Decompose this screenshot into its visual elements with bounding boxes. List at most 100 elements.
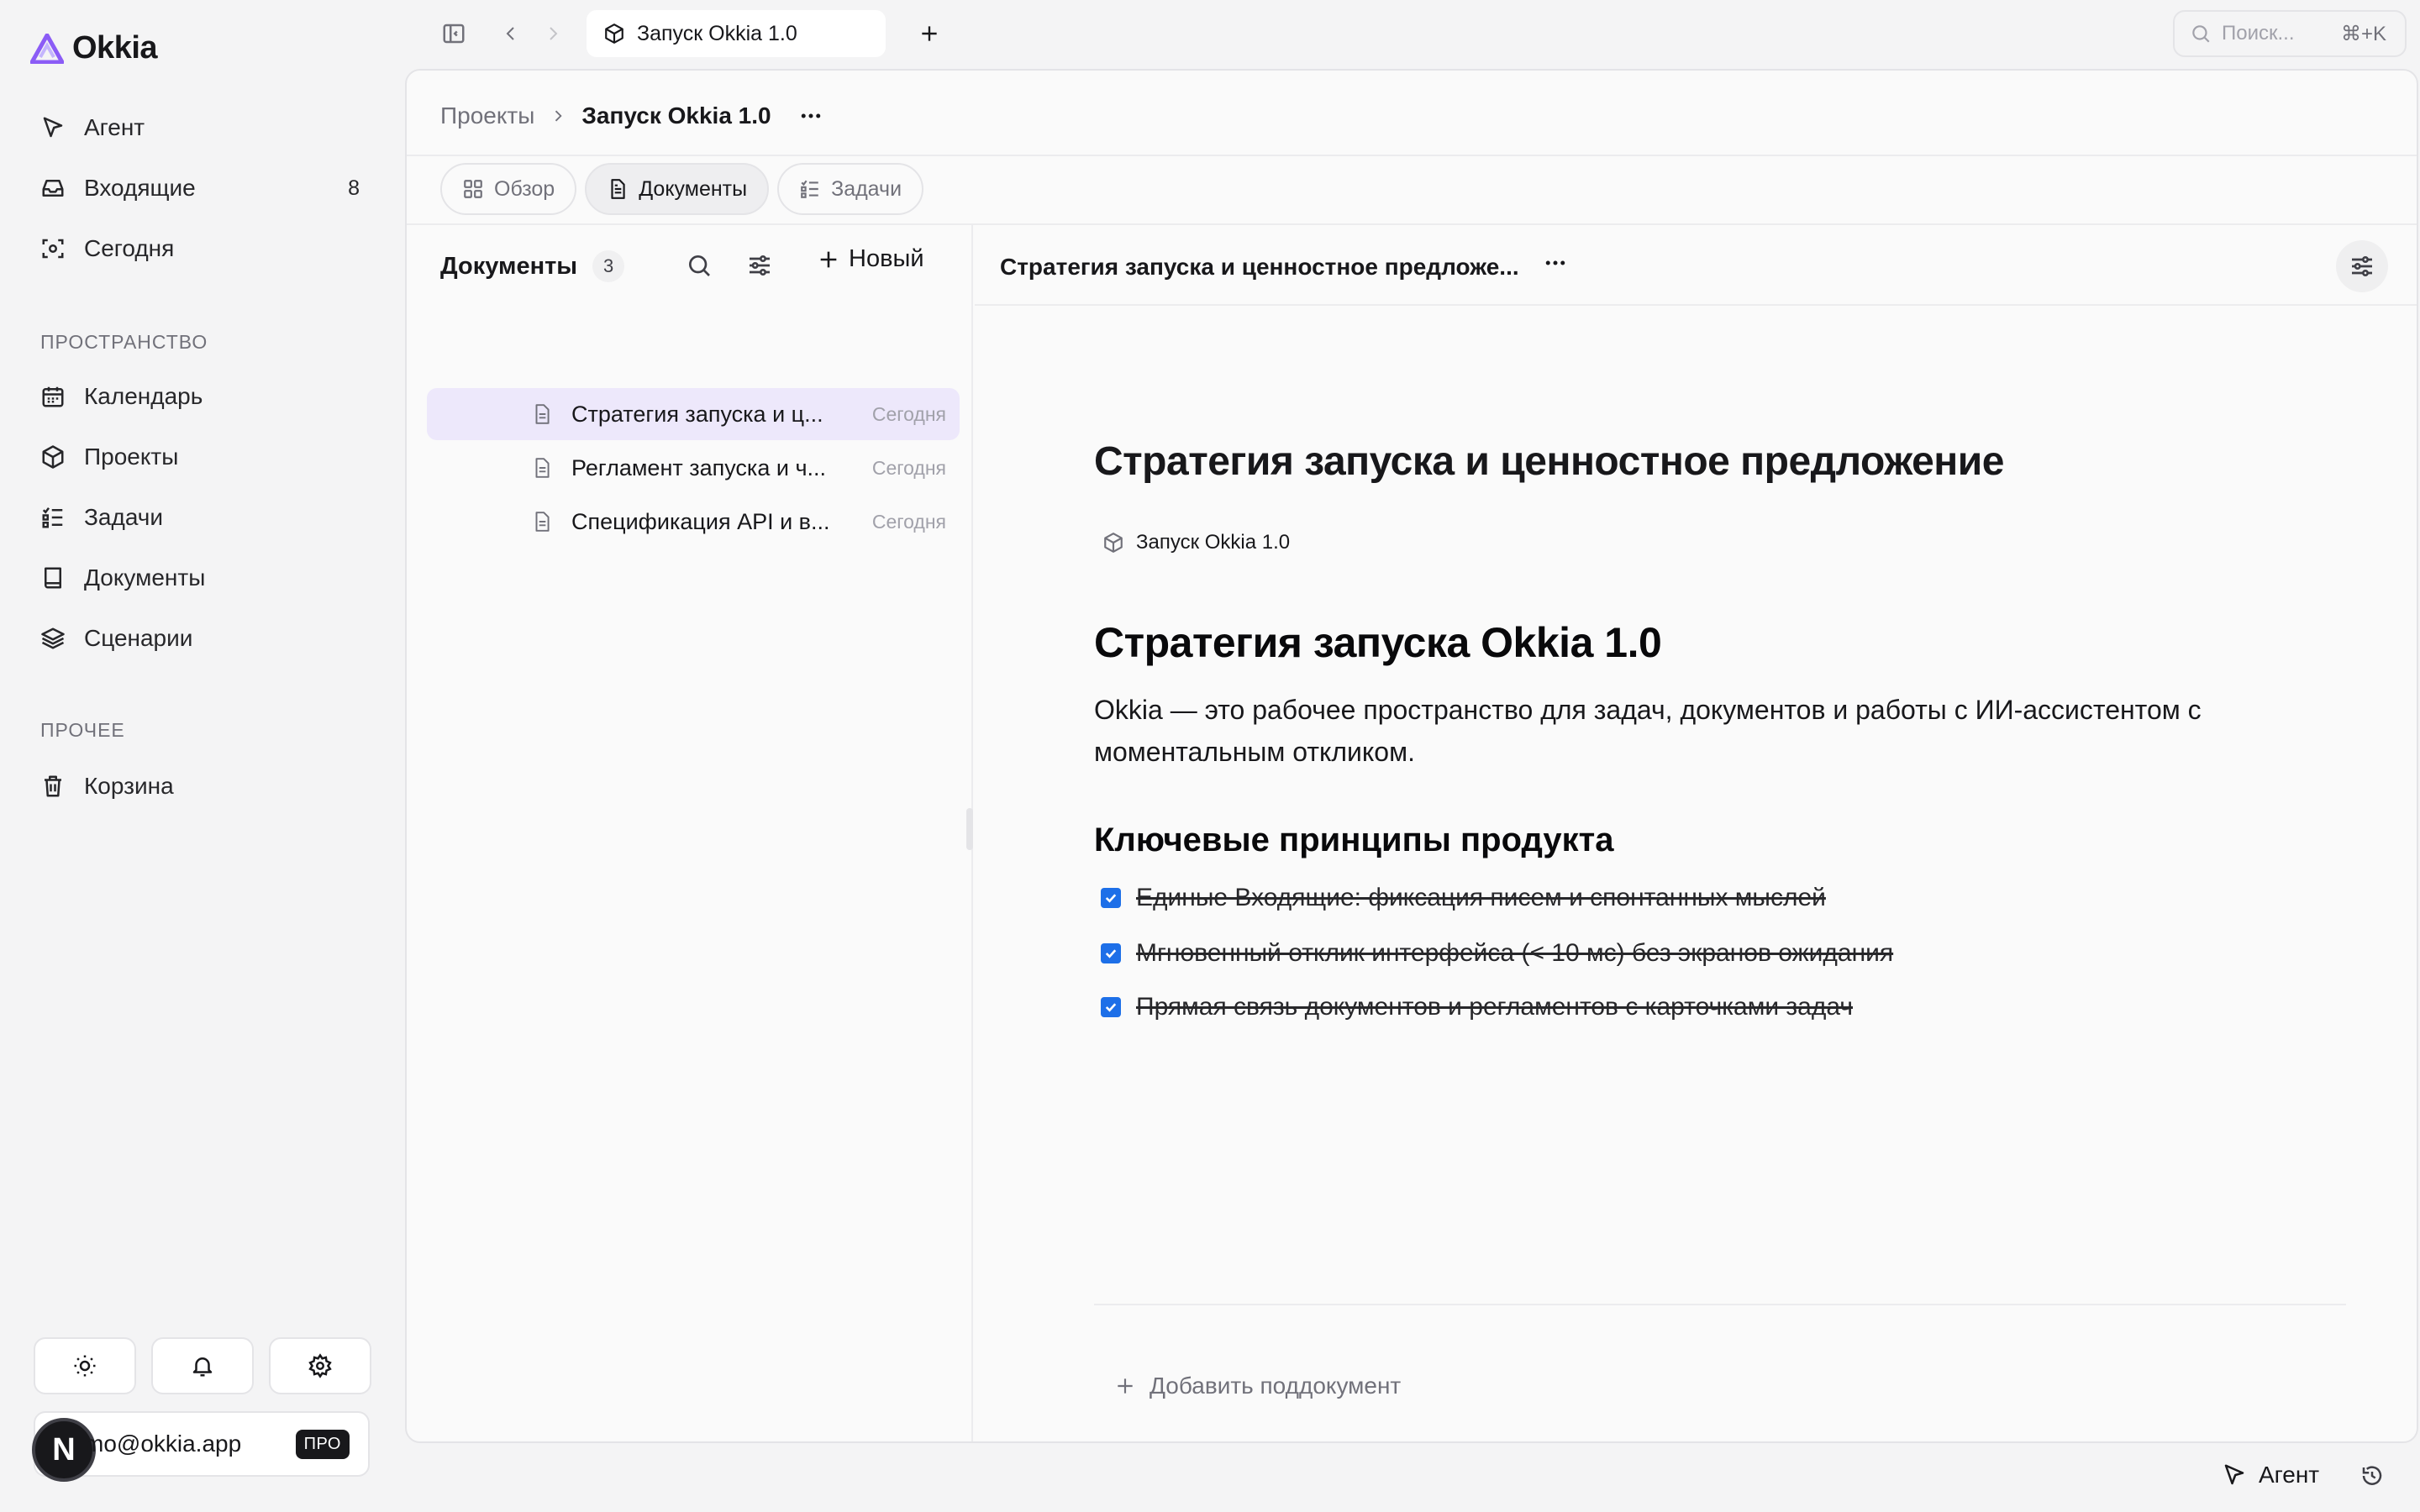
document-list-panel: Документы 3 Новый Стратегия запуска и ц.… [407, 225, 973, 1441]
history-button[interactable] [2360, 1463, 2385, 1493]
search-icon [689, 255, 710, 276]
sidebar-item-inbox[interactable]: Входящие 8 [24, 163, 376, 213]
sidebar-item-tasks[interactable]: Задачи [24, 492, 376, 543]
sidebar-panel-icon [443, 24, 465, 44]
section-label-other: ПРОЧЕЕ [40, 719, 125, 741]
list-item-document[interactable]: Регламент запуска и ч... Сегодня [427, 442, 960, 494]
sidebar-item-scenarios[interactable]: Сценарии [24, 613, 376, 664]
back-button[interactable] [494, 17, 528, 50]
checklist-item-text: Единые Входящие: фиксация писем и спонта… [1136, 884, 1826, 911]
add-subdocument-button[interactable]: Добавить поддокумент [1114, 1373, 1401, 1399]
document-view: Стратегия запуска и ценностное предложе.… [975, 225, 2417, 1441]
document-icon [611, 179, 625, 199]
search-icon [2192, 25, 2210, 43]
tab-documents[interactable]: Документы [585, 163, 770, 215]
notifications-button[interactable] [151, 1337, 254, 1394]
task-list-icon [801, 180, 818, 198]
user-email: mo@okkia.app [84, 1431, 242, 1457]
sidebar-item-projects[interactable]: Проекты [24, 432, 376, 482]
calendar-icon [39, 382, 67, 411]
document-title[interactable]: Стратегия запуска и ценностное предложен… [1094, 438, 2004, 485]
sidebar-item-calendar[interactable]: Календарь [24, 371, 376, 422]
forward-button[interactable] [536, 17, 570, 50]
bell-icon [192, 1357, 213, 1377]
sidebar-item-documents[interactable]: Документы [24, 553, 376, 603]
search-input[interactable]: Поиск... ⌘+K [2173, 10, 2407, 57]
layers-icon [39, 624, 67, 653]
okkia-logo-icon [30, 33, 64, 64]
cube-icon [1104, 533, 1123, 553]
list-item-document[interactable]: Спецификация API и в... Сегодня [427, 496, 960, 548]
plan-badge: ПРО [295, 1429, 350, 1459]
tab-tasks[interactable]: Задачи [777, 163, 924, 215]
gear-icon [308, 1353, 332, 1378]
sidebar-item-label: Проекты [84, 444, 179, 470]
sidebar-item-today[interactable]: Сегодня [24, 223, 376, 274]
tab-label: Задачи [831, 176, 902, 201]
more-horizontal-icon[interactable] [798, 103, 823, 129]
sidebar-item-label: Агент [84, 114, 145, 140]
breadcrumb: Проекты Запуск Okkia 1.0 [440, 102, 823, 129]
tab-label: Обзор [494, 176, 555, 201]
chevron-right-icon [555, 110, 562, 122]
document-heading[interactable]: Стратегия запуска Okkia 1.0 [1094, 618, 1662, 667]
document-more-button[interactable] [1543, 250, 1568, 280]
settings-button[interactable] [269, 1337, 371, 1394]
sidebar-toggle-button[interactable] [437, 17, 471, 50]
checklist-item[interactable]: Прямая связь документов и регламентов с … [1101, 993, 1853, 1021]
footer-agent-button[interactable]: Агент [2222, 1462, 2319, 1488]
new-document-button[interactable]: Новый [817, 245, 924, 273]
trash-icon [39, 772, 67, 801]
sidebar-item-trash[interactable]: Корзина [24, 761, 376, 811]
more-horizontal-icon [1545, 260, 1565, 265]
cube-icon [39, 443, 67, 471]
browser-tab-project[interactable]: Запуск Okkia 1.0 [587, 10, 886, 57]
checkbox-checked[interactable] [1101, 943, 1121, 963]
project-link-chip[interactable]: Запуск Okkia 1.0 [1102, 531, 1290, 554]
search-documents-button[interactable] [681, 247, 718, 284]
document-settings-button[interactable] [2336, 240, 2388, 292]
chevron-right-icon [550, 27, 558, 40]
sliders-icon [2352, 256, 2372, 276]
cube-icon [605, 24, 623, 44]
inbox-icon [39, 174, 67, 202]
tab-overview[interactable]: Обзор [440, 163, 577, 215]
theme-toggle-button[interactable] [34, 1337, 136, 1394]
filter-documents-button[interactable] [741, 247, 778, 284]
document-subheading[interactable]: Ключевые принципы продукта [1094, 822, 1613, 859]
panel-resize-handle[interactable] [966, 808, 973, 850]
document-count-badge: 3 [592, 250, 625, 282]
app-logo[interactable]: Okkia [30, 30, 158, 66]
user-account-card[interactable]: N mo@okkia.app ПРО [32, 1411, 370, 1482]
cursor-arrow-icon [39, 113, 67, 142]
tab-title: Запуск Okkia 1.0 [637, 21, 797, 45]
document-paragraph[interactable]: Okkia — это рабочее пространство для зад… [1094, 689, 2312, 773]
add-subdocument-label: Добавить поддокумент [1150, 1373, 1402, 1399]
checklist-item-text: Прямая связь документов и регламентов с … [1136, 993, 1854, 1021]
divider [975, 304, 2417, 306]
checklist-item[interactable]: Единые Входящие: фиксация писем и спонта… [1101, 884, 1826, 912]
breadcrumb-projects-link[interactable]: Проекты [440, 102, 534, 129]
main-panel: Проекты Запуск Okkia 1.0 Обзор Документы… [405, 69, 2418, 1443]
top-bar: Запуск Okkia 1.0 Поиск... ⌘+K [403, 0, 2420, 67]
document-icon [531, 455, 553, 485]
checkbox-checked[interactable] [1101, 997, 1121, 1017]
sidebar-item-label: Сценарии [84, 625, 193, 651]
inbox-count-badge: 8 [348, 176, 360, 200]
document-header-title: Стратегия запуска и ценностное предложе.… [1000, 254, 1519, 280]
new-tab-button[interactable] [913, 17, 946, 50]
breadcrumb-current: Запуск Okkia 1.0 [581, 102, 771, 129]
list-item-document[interactable]: Стратегия запуска и ц... Сегодня [427, 388, 960, 440]
sidebar-item-agent[interactable]: Агент [24, 102, 376, 153]
checklist-item[interactable]: Мгновенный отклик интерфейса (< 10 мс) б… [1101, 939, 1893, 968]
document-icon [531, 402, 553, 431]
sliders-icon [750, 255, 770, 276]
document-date: Сегодня [871, 402, 946, 425]
plus-icon [1118, 1378, 1133, 1394]
book-icon [39, 564, 67, 592]
history-icon [2362, 1466, 2382, 1485]
checkbox-checked[interactable] [1101, 888, 1121, 908]
sidebar: Okkia Агент Входящие 8 Сегодня ПРОСТРАНС… [0, 0, 403, 1512]
document-title: Регламент запуска и ч... [571, 454, 827, 480]
search-placeholder: Поиск... [2222, 22, 2295, 45]
